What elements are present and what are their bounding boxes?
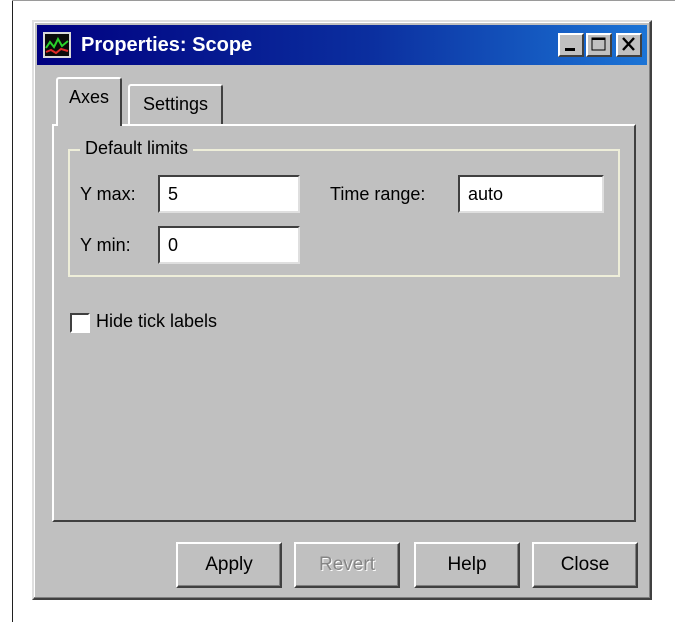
close-button[interactable]: Close [532,542,638,588]
y-max-label: Y max: [80,184,136,204]
maximize-icon [591,37,606,51]
axes-tab-panel: Default limits Y max: Time range: Y min:… [52,124,636,522]
tab-settings[interactable]: Settings [128,84,223,126]
hide-tick-labels-label[interactable]: Hide tick labels [96,311,217,332]
revert-button[interactable]: Revert [294,542,400,588]
default-limits-legend: Default limits [80,138,194,159]
close-icon [622,37,635,51]
title-bar[interactable]: Properties: Scope [37,25,647,65]
minimize-button[interactable] [558,33,584,57]
y-min-input[interactable] [158,226,300,264]
time-range-label: Time range: [330,184,426,204]
apply-button[interactable]: Apply [176,542,282,588]
maximize-button[interactable] [586,33,612,57]
properties-dialog: Properties: Scope Axes Settings Default … [32,20,652,600]
time-range-input[interactable] [458,175,604,213]
hide-tick-labels-checkbox[interactable] [70,313,90,333]
close-window-button[interactable] [616,33,642,57]
y-max-input[interactable] [158,175,300,213]
scope-app-icon[interactable] [43,32,71,58]
default-limits-group: Default limits Y max: Time range: Y min: [68,138,620,277]
tab-axes[interactable]: Axes [56,77,122,126]
minimize-icon [565,48,575,51]
page-frame-top [12,0,675,1]
help-button[interactable]: Help [414,542,520,588]
page-frame-left [12,0,13,622]
window-title: Properties: Scope [81,34,253,56]
y-min-label: Y min: [80,235,131,255]
